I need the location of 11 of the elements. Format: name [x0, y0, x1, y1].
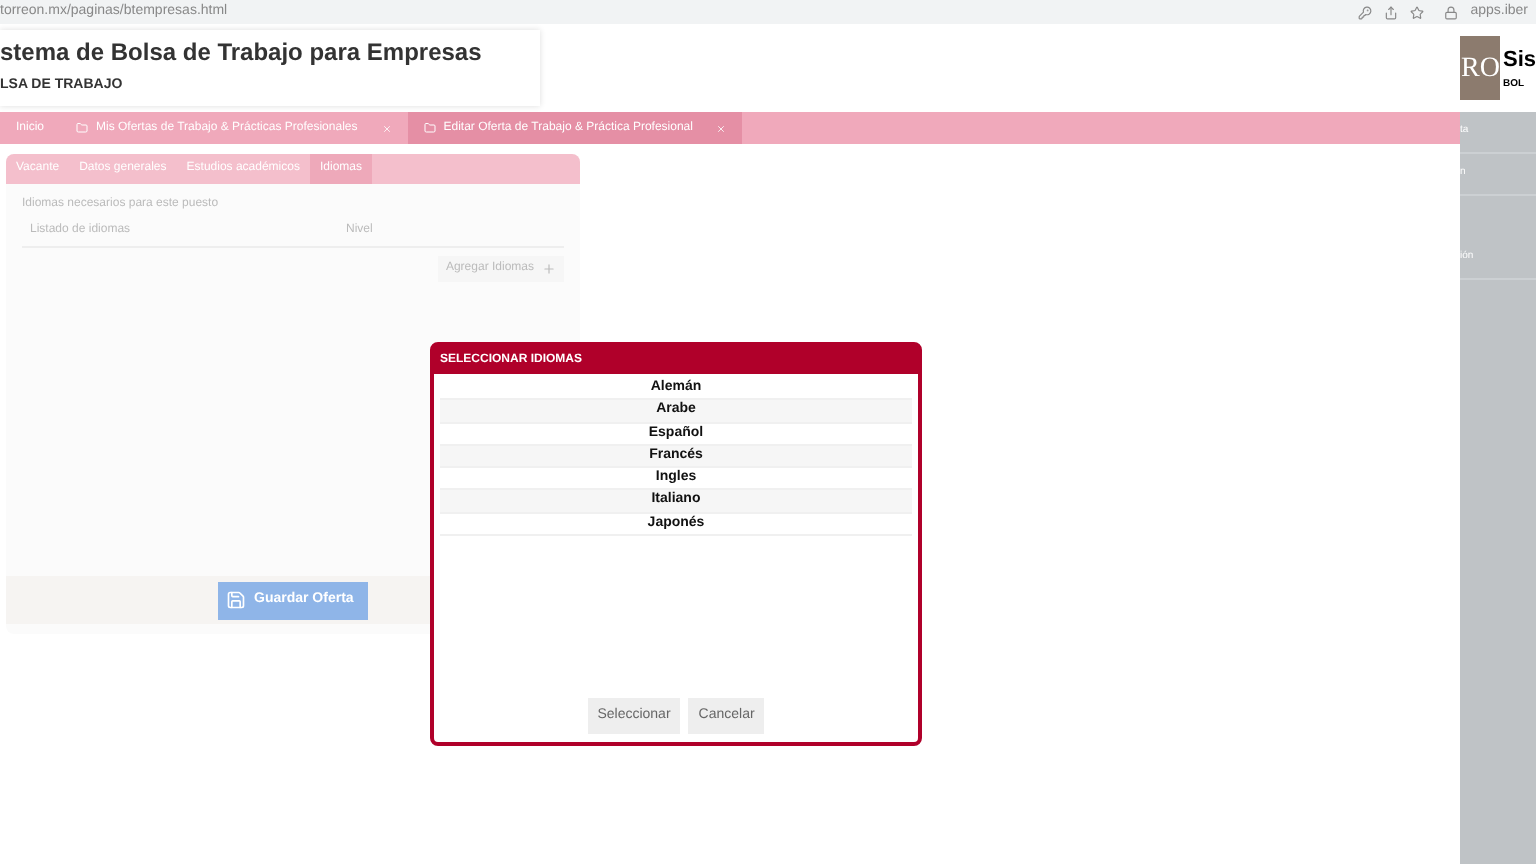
star-icon[interactable]	[1410, 5, 1425, 19]
share-icon[interactable]	[1384, 5, 1399, 19]
save-icon	[226, 590, 246, 610]
logo: RO	[1460, 36, 1501, 100]
folder-icon	[423, 122, 436, 134]
key-icon[interactable]	[1358, 5, 1373, 19]
site-title: Sis	[1502, 46, 1536, 76]
lock-icon	[1444, 5, 1459, 19]
folder-icon	[76, 122, 89, 134]
site-title: stema de Bolsa de Trabajo para Empresas	[0, 38, 482, 69]
plus-icon	[542, 262, 556, 276]
